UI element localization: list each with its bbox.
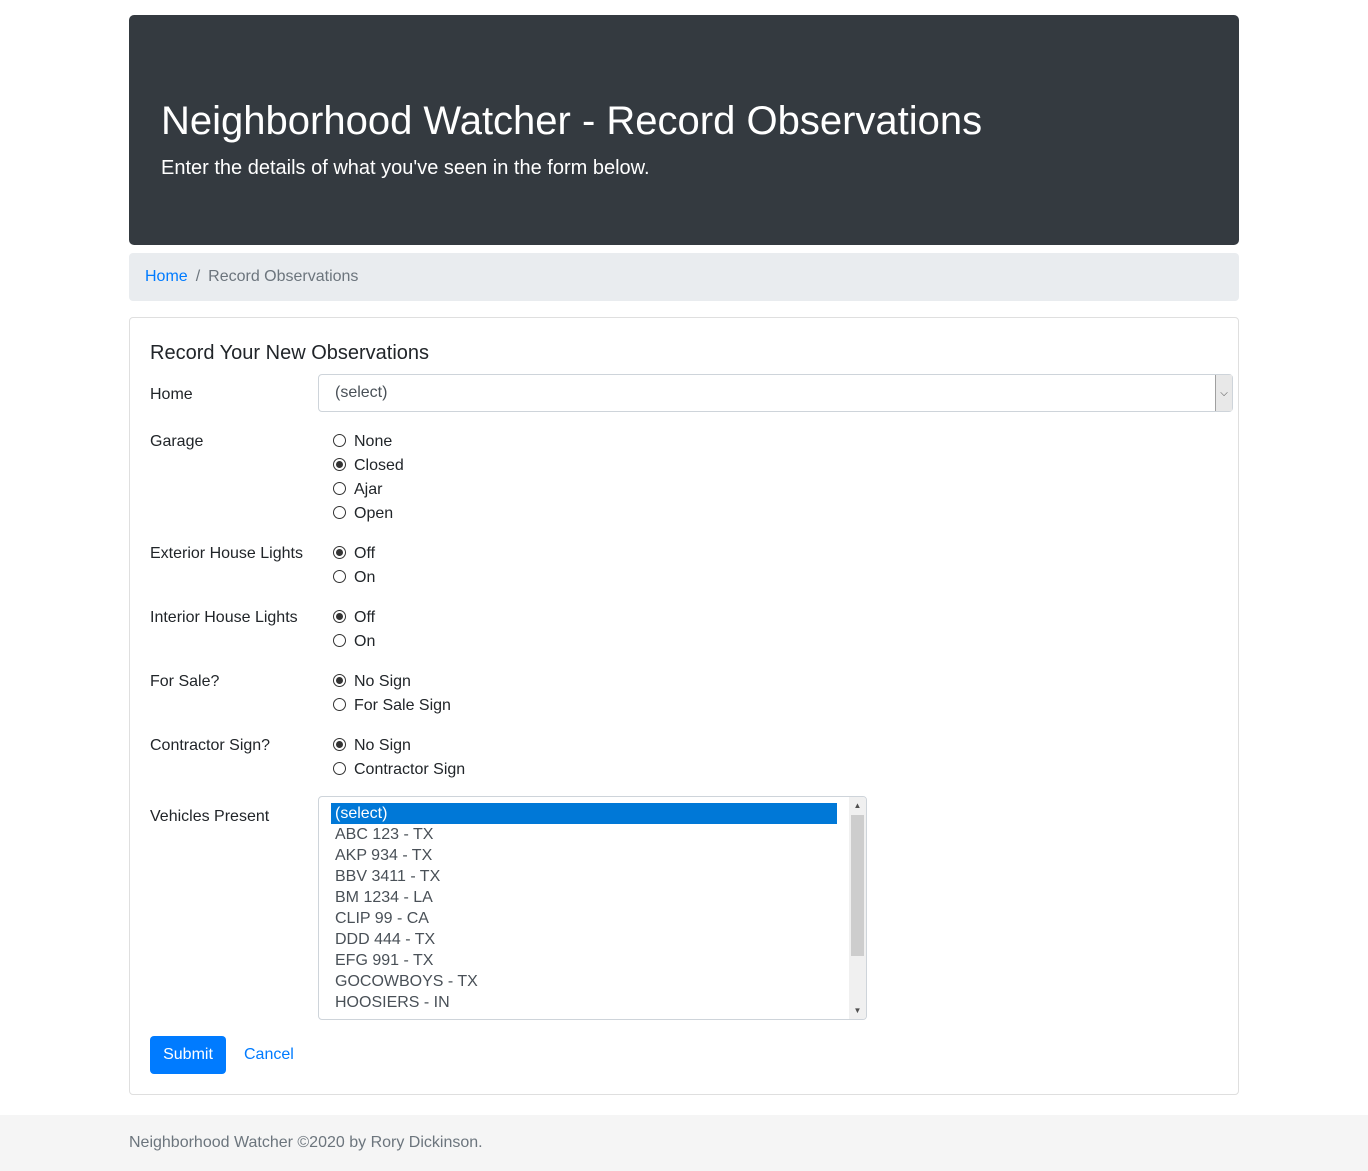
vehicle-option[interactable]: BBV 3411 - TX [331,866,837,887]
page-subtitle: Enter the details of what you've seen in… [161,157,650,179]
vehicle-option[interactable]: GOCOWBOYS - TX [331,971,837,992]
radio-label: On [354,569,376,586]
home-label: Home [150,386,193,403]
interior-lights-label: Interior House Lights [150,609,298,626]
radio-label: Off [354,609,376,626]
vehicle-option[interactable]: ABC 123 - TX [331,824,837,845]
radio-label: Closed [354,457,404,474]
submit-button[interactable]: Submit [150,1036,226,1074]
radio-option[interactable]: Contractor Sign [333,758,465,782]
vehicle-option[interactable]: (select) [331,803,837,824]
radio-button[interactable] [333,506,346,519]
radio-label: For Sale Sign [354,697,451,714]
interior-lights-radio-group: Off On [333,606,375,654]
vehicle-option[interactable]: BM 1234 - LA [331,887,837,908]
vehicles-listbox[interactable]: (select) ABC 123 - TX AKP 934 - TX BBV 3411… [318,796,867,1020]
radio-label: Ajar [354,481,383,498]
radio-button[interactable] [333,738,346,751]
breadcrumb-current: Record Observations [208,268,359,285]
scroll-up-icon[interactable]: ▲ [849,797,866,814]
observation-form-card: Record Your New Observations Home (selec… [129,317,1239,1095]
radio-option[interactable]: No Sign [333,734,465,758]
home-select-value: (select) [335,384,388,401]
scroll-thumb[interactable] [851,815,864,956]
radio-label: Contractor Sign [354,761,466,778]
radio-button[interactable] [333,762,346,775]
radio-button[interactable] [333,458,346,471]
radio-option[interactable]: Closed [333,454,404,478]
vehicle-option[interactable]: EFG 991 - TX [331,950,837,971]
radio-option[interactable]: No Sign [333,670,451,694]
header-jumbotron: Neighborhood Watcher - Record Observatio… [129,15,1239,245]
for-sale-label: For Sale? [150,673,220,690]
radio-option[interactable]: For Sale Sign [333,694,451,718]
vehicles-scrollbar[interactable]: ▲ ▼ [849,797,866,1019]
vehicles-label: Vehicles Present [150,808,270,825]
radio-label: No Sign [354,673,411,690]
chevron-down-icon[interactable]: ⌵ [1215,375,1232,411]
scroll-down-icon[interactable]: ▼ [849,1002,866,1019]
radio-button[interactable] [333,434,346,447]
radio-label: No Sign [354,737,411,754]
vehicles-list: (select) ABC 123 - TX AKP 934 - TX BBV 3411… [331,803,837,1013]
for-sale-radio-group: No Sign For Sale Sign [333,670,451,718]
radio-button[interactable] [333,546,346,559]
radio-option[interactable]: Ajar [333,478,404,502]
vehicle-option[interactable]: HOOSIERS - IN [331,992,837,1013]
vehicle-option[interactable]: CLIP 99 - CA [331,908,837,929]
radio-button[interactable] [333,610,346,623]
footer-text: Neighborhood Watcher ©2020 by Rory Dicki… [129,1134,483,1151]
radio-button[interactable] [333,634,346,647]
radio-label: None [354,433,393,450]
radio-option[interactable]: On [333,630,375,654]
exterior-lights-label: Exterior House Lights [150,545,303,562]
radio-option[interactable]: Open [333,502,404,526]
radio-label: Open [354,505,394,522]
contractor-sign-radio-group: No Sign Contractor Sign [333,734,465,782]
radio-option[interactable]: None [333,430,404,454]
radio-option[interactable]: Off [333,606,375,630]
home-select[interactable]: (select) ⌵ [318,374,1233,412]
footer: Neighborhood Watcher ©2020 by Rory Dicki… [0,1115,1368,1171]
radio-button[interactable] [333,570,346,583]
breadcrumb-separator: / [195,268,201,285]
radio-button[interactable] [333,482,346,495]
vehicle-option[interactable]: DDD 444 - TX [331,929,837,950]
radio-label: On [354,633,376,650]
breadcrumb-home-link[interactable]: Home [145,268,188,286]
radio-button[interactable] [333,698,346,711]
page-title: Neighborhood Watcher - Record Observatio… [161,99,983,143]
form-title: Record Your New Observations [150,342,430,364]
exterior-lights-radio-group: Off On [333,542,375,590]
cancel-link[interactable]: Cancel [244,1036,294,1074]
garage-label: Garage [150,433,204,450]
radio-label: Off [354,545,376,562]
radio-option[interactable]: Off [333,542,375,566]
radio-option[interactable]: On [333,566,375,590]
contractor-sign-label: Contractor Sign? [150,737,271,754]
vehicle-option[interactable]: AKP 934 - TX [331,845,837,866]
breadcrumb: Home / Record Observations [129,253,1239,301]
garage-radio-group: None Closed Ajar Open [333,430,404,526]
radio-button[interactable] [333,674,346,687]
